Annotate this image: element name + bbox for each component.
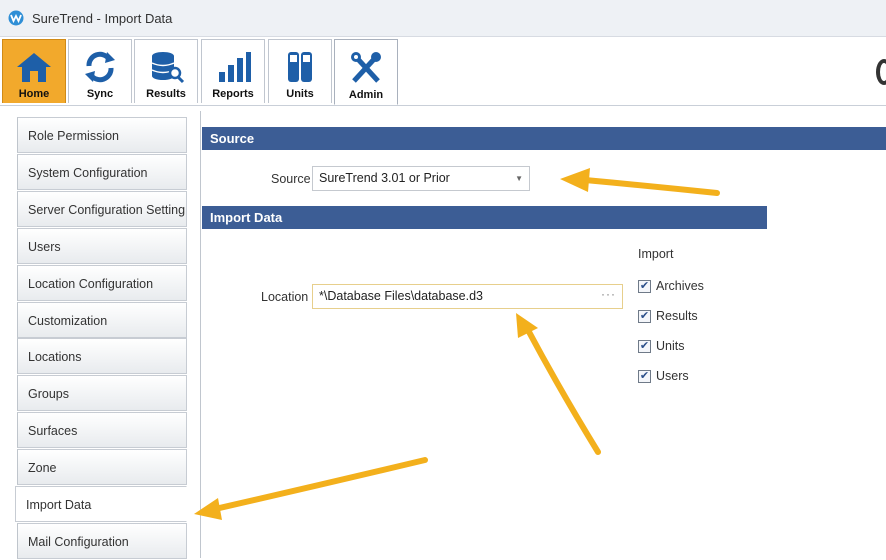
browse-button[interactable]: ··· — [601, 283, 616, 306]
home-icon — [17, 53, 51, 82]
checkbox-checked-icon[interactable]: ✔ — [638, 369, 651, 383]
annotation-arrow-import-data — [194, 457, 428, 520]
annotation-arrow-source — [560, 168, 720, 196]
tab-label: Admin — [348, 89, 384, 101]
tab-label: Results — [146, 88, 186, 100]
sidebar-item-groups[interactable]: Groups — [17, 375, 187, 411]
sync-icon — [85, 51, 115, 83]
tab-label: Sync — [86, 88, 114, 100]
sidebar-item-system-configuration[interactable]: System Configuration — [17, 154, 187, 190]
sidebar-item-zone[interactable]: Zone — [17, 449, 187, 485]
tools-icon — [351, 52, 381, 83]
sidebar-item-locations[interactable]: Locations — [17, 338, 187, 374]
annotation-arrow-location — [516, 313, 601, 455]
tab-units[interactable]: Units — [268, 39, 332, 103]
checkbox-checked-icon[interactable]: ✔ — [638, 309, 651, 323]
location-input[interactable]: *\Database Files\database.d3 ··· — [312, 284, 623, 309]
help-icon[interactable] — [876, 59, 886, 85]
bar-chart-icon — [219, 52, 251, 82]
checkbox-archives[interactable]: ✔ Archives — [638, 279, 704, 293]
location-label: Location — [261, 290, 309, 304]
checkbox-results[interactable]: ✔ Results — [638, 309, 698, 323]
checkbox-label: Units — [656, 339, 685, 353]
tab-reports[interactable]: Reports — [201, 39, 265, 103]
sidebar-item-role-permission[interactable]: Role Permission — [17, 117, 187, 153]
checkbox-checked-icon[interactable]: ✔ — [638, 339, 651, 353]
source-section-header: Source — [202, 127, 886, 150]
sidebar-item-location-configuration[interactable]: Location Configuration — [17, 265, 187, 301]
checkbox-units[interactable]: ✔ Units — [638, 339, 684, 353]
sidebar-item-server-configuration-setting[interactable]: Server Configuration Setting — [17, 191, 187, 227]
tab-label: Reports — [212, 88, 254, 100]
checkbox-users[interactable]: ✔ Users — [638, 369, 689, 383]
sidebar-item-surfaces[interactable]: Surfaces — [17, 412, 187, 448]
chevron-down-icon[interactable]: ▼ — [515, 167, 523, 190]
import-options-label: Import — [638, 247, 674, 261]
checkbox-label: Users — [656, 369, 689, 383]
tab-admin[interactable]: Admin — [334, 39, 398, 105]
admin-sidebar: Role Permission System Configuration Ser… — [15, 117, 187, 559]
tab-sync[interactable]: Sync — [68, 39, 132, 103]
tab-results[interactable]: Results — [134, 39, 198, 103]
location-input-value: *\Database Files\database.d3 — [319, 289, 483, 303]
sidebar-item-mail-configuration[interactable]: Mail Configuration — [17, 523, 187, 559]
ribbon: Home Sync Results Reports Units Admin — [0, 37, 886, 106]
tab-label: Units — [286, 88, 314, 100]
sidebar-divider — [200, 111, 201, 558]
sidebar-item-users[interactable]: Users — [17, 228, 187, 264]
units-icon — [288, 52, 312, 82]
source-dropdown-value: SureTrend 3.01 or Prior — [319, 171, 450, 185]
tab-label: Home — [18, 88, 50, 100]
source-dropdown[interactable]: SureTrend 3.01 or Prior ▼ — [312, 166, 530, 191]
checkbox-checked-icon[interactable]: ✔ — [638, 279, 651, 293]
sidebar-item-customization[interactable]: Customization — [17, 302, 187, 338]
sidebar-item-import-data[interactable]: Import Data — [15, 486, 187, 522]
source-label: Source — [271, 172, 311, 186]
tab-home[interactable]: Home — [2, 39, 66, 103]
suretrend-logo-icon — [8, 10, 24, 26]
checkbox-label: Archives — [656, 279, 704, 293]
import-section-header: Import Data — [202, 206, 767, 229]
database-search-icon — [151, 52, 185, 84]
window-title: SureTrend - Import Data — [32, 10, 173, 26]
checkbox-label: Results — [656, 309, 698, 323]
title-bar: SureTrend - Import Data — [0, 0, 886, 37]
